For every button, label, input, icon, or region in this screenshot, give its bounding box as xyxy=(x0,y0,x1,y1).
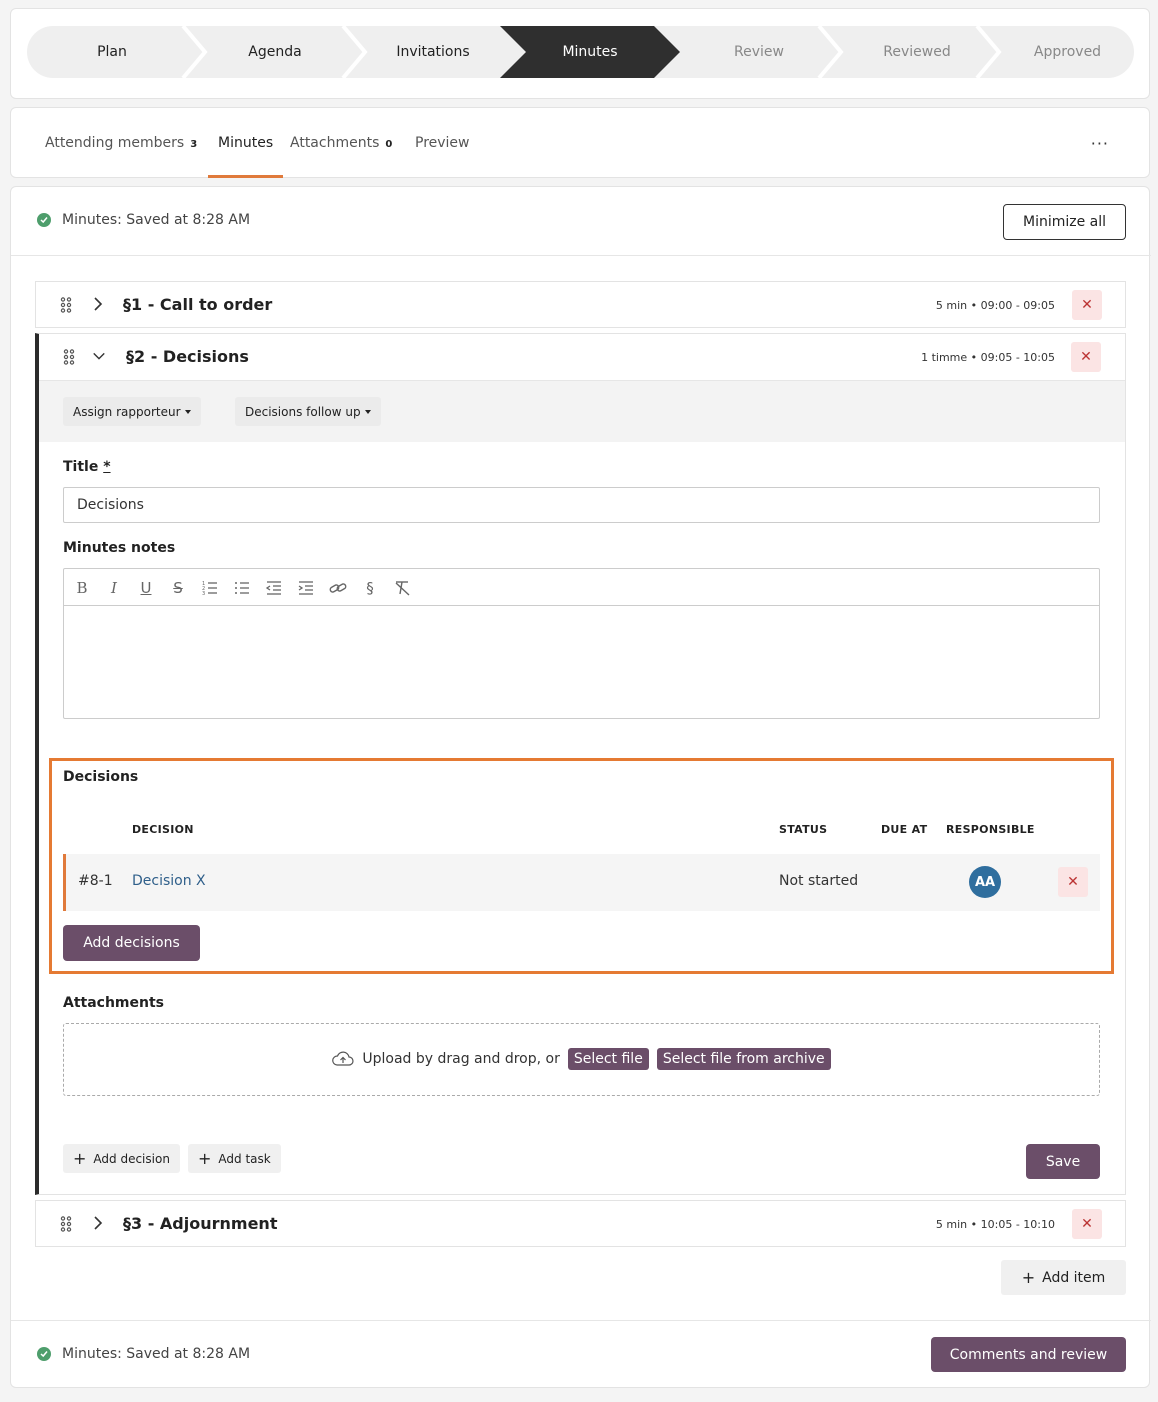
tab-attachments[interactable]: Attachments 0 xyxy=(290,108,392,178)
check-circle-icon xyxy=(37,1347,51,1361)
close-icon: ✕ xyxy=(1081,297,1093,313)
plus-icon: + xyxy=(73,1148,87,1168)
required-mark: * xyxy=(103,459,111,475)
agenda-item-3: §3 - Adjournment 5 min • 10:05 - 10:10 ✕ xyxy=(35,1200,1126,1247)
tab-attending-members[interactable]: Attending members 3 xyxy=(45,108,197,178)
table-row[interactable]: #8-1 Decision X Not started AA ✕ xyxy=(63,854,1100,911)
column-header-decision: DECISION xyxy=(132,823,194,836)
drag-handle-icon[interactable] xyxy=(63,349,75,365)
avatar[interactable]: AA xyxy=(969,866,1001,898)
title-label: Title * xyxy=(63,459,111,475)
cloud-upload-icon xyxy=(332,1051,354,1066)
divider xyxy=(11,1320,1151,1321)
agenda-item-time: 1 timme • 09:05 - 10:05 xyxy=(921,351,1055,364)
italic-icon[interactable]: I xyxy=(104,578,124,598)
agenda-item-header[interactable]: §1 - Call to order 5 min • 09:00 - 09:05… xyxy=(36,282,1125,328)
decisions-section: Decisions DECISION STATUS DUE AT RESPONS… xyxy=(49,758,1114,974)
title-input[interactable]: Decisions xyxy=(63,487,1100,523)
step-approved[interactable]: Approved xyxy=(995,26,1134,78)
agenda-item-header[interactable]: §3 - Adjournment 5 min • 10:05 - 10:10 ✕ xyxy=(36,1201,1125,1247)
agenda-item-title: §2 - Decisions xyxy=(126,347,249,366)
section-icon[interactable]: § xyxy=(360,578,380,598)
tab-count-badge: 3 xyxy=(190,138,198,150)
item-toolbar: Assign rapporteur Decisions follow up xyxy=(39,380,1125,442)
indent-icon[interactable] xyxy=(296,578,316,598)
rich-text-toolbar: B I U S 123 § xyxy=(64,569,1099,606)
tabs-card: Attending members 3 Minutes Attachments 0 … xyxy=(10,107,1150,178)
agenda-item-title: §3 - Adjournment xyxy=(123,1214,278,1233)
clear-format-icon[interactable] xyxy=(392,578,412,598)
plus-icon: + xyxy=(198,1148,212,1168)
step-plan[interactable]: Plan xyxy=(27,26,197,78)
svg-text:3: 3 xyxy=(202,591,205,597)
add-task-button[interactable]: + Add task xyxy=(188,1144,281,1173)
agenda-item-time: 5 min • 09:00 - 09:05 xyxy=(935,299,1055,312)
drag-handle-icon[interactable] xyxy=(60,297,72,313)
strikethrough-icon[interactable]: S xyxy=(168,578,188,598)
agenda-item-title: §1 - Call to order xyxy=(123,295,273,314)
underline-icon[interactable]: U xyxy=(136,578,156,598)
decisions-follow-up-dropdown[interactable]: Decisions follow up xyxy=(235,397,381,426)
link-icon[interactable] xyxy=(328,578,348,598)
decision-id: #8-1 xyxy=(78,873,113,889)
workflow-stepper: Plan Agenda Invitations Minutes Review R… xyxy=(27,26,1134,78)
caret-down-icon xyxy=(184,409,191,414)
add-decisions-button[interactable]: Add decisions xyxy=(63,925,200,961)
agenda-item-header[interactable]: §2 - Decisions 1 timme • 09:05 - 10:05 ✕ xyxy=(39,334,1125,380)
comments-and-review-button[interactable]: Comments and review xyxy=(931,1337,1126,1372)
minutes-notes-editor[interactable]: B I U S 123 § xyxy=(63,568,1100,719)
delete-item-button[interactable]: ✕ xyxy=(1072,290,1102,320)
agenda-item-time: 5 min • 10:05 - 10:10 xyxy=(935,1218,1055,1231)
ordered-list-icon[interactable]: 123 xyxy=(200,578,220,598)
close-icon: ✕ xyxy=(1080,349,1092,365)
close-icon: ✕ xyxy=(1081,1216,1093,1232)
chevron-right-icon[interactable] xyxy=(91,296,105,312)
column-header-status: STATUS xyxy=(779,823,828,836)
column-header-due-at: DUE AT xyxy=(881,823,928,836)
add-item-button[interactable]: + Add item xyxy=(1001,1260,1126,1295)
close-icon: ✕ xyxy=(1067,874,1079,890)
add-decision-button[interactable]: + Add decision xyxy=(63,1144,180,1173)
drag-handle-icon[interactable] xyxy=(60,1216,72,1232)
assign-rapporteur-dropdown[interactable]: Assign rapporteur xyxy=(63,397,201,426)
tab-minutes[interactable]: Minutes xyxy=(207,108,284,178)
step-minutes[interactable]: Minutes xyxy=(500,26,680,78)
chevron-down-icon[interactable] xyxy=(92,348,106,364)
decision-status: Not started xyxy=(779,873,859,889)
agenda-item-1: §1 - Call to order 5 min • 09:00 - 09:05… xyxy=(35,281,1126,328)
delete-decision-button[interactable]: ✕ xyxy=(1058,867,1088,897)
tab-preview[interactable]: Preview xyxy=(415,108,470,178)
decision-link[interactable]: Decision X xyxy=(132,873,206,889)
delete-item-button[interactable]: ✕ xyxy=(1072,1209,1102,1239)
minutes-panel: Minutes: Saved at 8:28 AM Minimize all §… xyxy=(10,186,1151,1388)
workflow-stepper-card: Plan Agenda Invitations Minutes Review R… xyxy=(10,8,1150,99)
bullet-list-icon[interactable] xyxy=(232,578,252,598)
file-dropzone[interactable]: Upload by drag and drop, or Select file … xyxy=(63,1023,1100,1096)
upload-instructions: Upload by drag and drop, or xyxy=(362,1051,560,1067)
step-agenda[interactable]: Agenda xyxy=(202,26,348,78)
divider xyxy=(11,255,1151,256)
attachments-label: Attachments xyxy=(63,995,165,1011)
check-circle-icon xyxy=(37,213,51,227)
step-invitations[interactable]: Invitations xyxy=(359,26,507,78)
agenda-item-2: §2 - Decisions 1 timme • 09:05 - 10:05 ✕… xyxy=(35,333,1126,1195)
plus-icon: + xyxy=(1021,1267,1036,1287)
tab-count-badge: 0 xyxy=(385,138,393,150)
chevron-right-icon[interactable] xyxy=(91,1215,105,1231)
caret-down-icon xyxy=(364,409,371,414)
decisions-label: Decisions xyxy=(63,769,139,785)
minimize-all-button[interactable]: Minimize all xyxy=(1003,204,1126,240)
bold-icon[interactable]: B xyxy=(72,578,92,598)
minutes-notes-label: Minutes notes xyxy=(63,540,176,556)
outdent-icon[interactable] xyxy=(264,578,284,598)
save-button[interactable]: Save xyxy=(1026,1144,1100,1179)
save-status: Minutes: Saved at 8:28 AM xyxy=(37,212,250,228)
save-status: Minutes: Saved at 8:28 AM xyxy=(37,1346,250,1362)
select-file-from-archive-button[interactable]: Select file from archive xyxy=(656,1048,831,1070)
delete-item-button[interactable]: ✕ xyxy=(1071,342,1101,372)
column-header-responsible: RESPONSIBLE xyxy=(946,823,1035,836)
more-options-icon[interactable]: ··· xyxy=(1091,134,1109,153)
select-file-button[interactable]: Select file xyxy=(567,1048,649,1070)
